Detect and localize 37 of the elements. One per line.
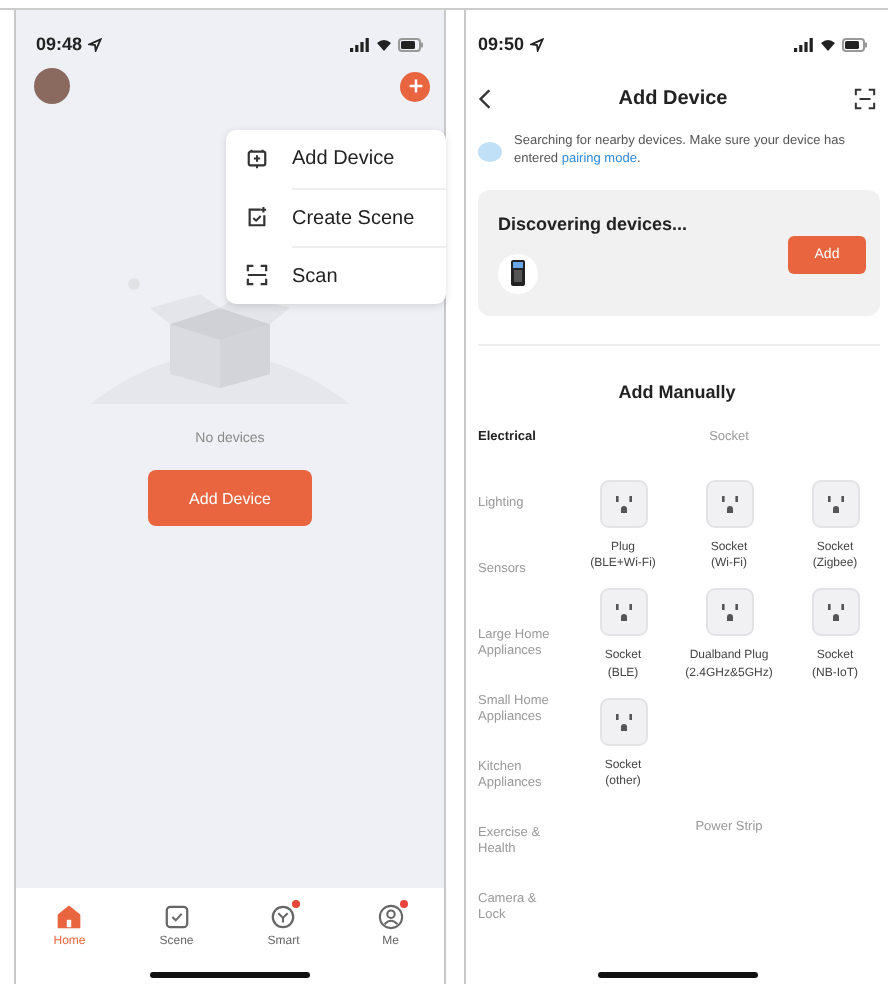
screen-title: Add Device	[618, 88, 728, 110]
signal-icon	[794, 37, 814, 51]
user-icon	[377, 904, 404, 930]
wifi-icon	[376, 37, 392, 51]
location-icon	[530, 37, 545, 51]
socket-icon[interactable]	[599, 698, 647, 747]
socket-icon[interactable]	[599, 479, 647, 528]
battery-icon	[842, 37, 868, 51]
socket-icon[interactable]	[599, 588, 647, 637]
status-time: 09:48	[36, 34, 83, 54]
wifi-icon	[820, 37, 836, 51]
searching-indicator	[478, 141, 502, 162]
battery-icon	[398, 37, 424, 51]
plus-icon	[407, 78, 423, 94]
signal-icon	[350, 37, 370, 51]
scene-add-icon	[246, 206, 268, 228]
socket-icon[interactable]	[705, 479, 753, 528]
smart-icon	[270, 904, 297, 930]
back-icon[interactable]	[478, 88, 492, 110]
add-button[interactable]	[400, 71, 430, 101]
status-time: 09:50	[478, 34, 525, 54]
add-device-button[interactable]: Add Device	[148, 470, 312, 526]
checkbox-icon	[163, 904, 190, 930]
device-add-icon	[246, 148, 268, 170]
menu-item[interactable]: Add Device	[226, 130, 446, 188]
socket-icon[interactable]	[705, 588, 753, 637]
section-title: Add Manually	[616, 381, 738, 402]
avatar[interactable]	[34, 68, 70, 104]
socket-icon[interactable]	[811, 588, 859, 637]
scan-icon	[246, 264, 268, 286]
house-icon	[56, 904, 83, 930]
keypad-device-icon	[498, 253, 538, 294]
location-icon	[88, 37, 103, 51]
menu-item[interactable]: Create Scene	[226, 188, 446, 246]
discovering-title: Discovering devices...	[498, 213, 688, 234]
scan-icon[interactable]	[854, 88, 876, 110]
socket-icon[interactable]	[811, 479, 859, 528]
